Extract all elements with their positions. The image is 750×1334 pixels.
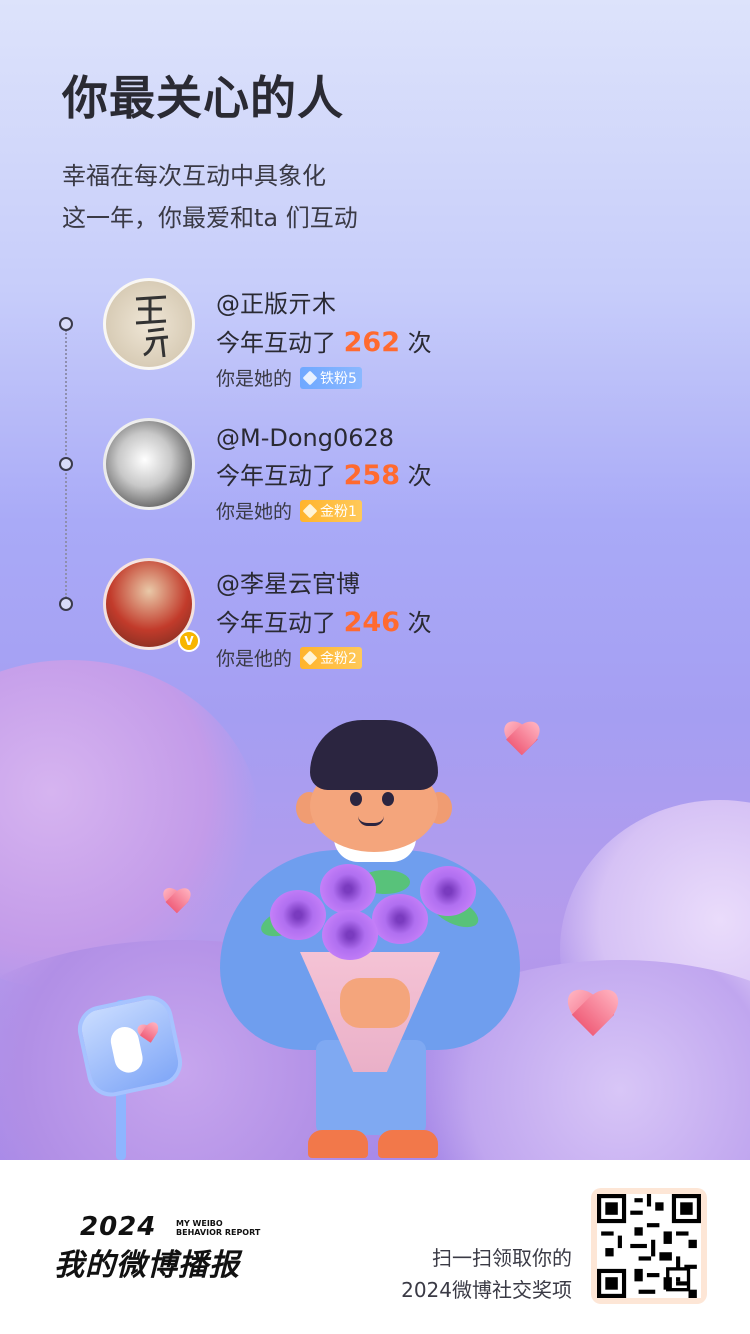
scan-prompt-line2: 2024微博社交奖项 — [401, 1278, 572, 1302]
subtitle-line2: 这一年，你最爱和ta 们互动 — [62, 204, 358, 232]
fan-relation: 你是他的 金粉2 — [216, 644, 432, 671]
diamond-icon — [302, 503, 318, 518]
fan-relation: 你是她的 铁粉5 — [216, 364, 432, 391]
qr-code-icon — [597, 1194, 701, 1298]
fan-level-badge: 铁粉5 — [300, 366, 362, 389]
report-poster: 你最关心的人 幸福在每次互动中具象化 这一年，你最爱和ta 们互动 @正版亓木 … — [0, 0, 750, 1160]
interaction-count: 258 — [343, 460, 401, 491]
interaction-count-line: 今年互动了 262 次 — [216, 327, 432, 358]
scan-prompt-line1: 扫一扫领取你的 — [432, 1246, 572, 1270]
interaction-count-line: 今年互动了 258 次 — [216, 460, 432, 491]
heart-icon — [164, 888, 190, 914]
avatar-user-1[interactable] — [103, 278, 195, 370]
timeline-dot — [59, 317, 73, 331]
heart-icon — [136, 1022, 162, 1046]
brand-logo-text: 我的微博播报 — [54, 1248, 240, 1283]
page-title: 你最关心的人 — [62, 71, 344, 125]
username-link[interactable]: @正版亓木 — [216, 284, 432, 319]
interaction-count: 262 — [343, 327, 401, 358]
username-link[interactable]: @李星云官博 — [216, 564, 432, 599]
user-card-3: @李星云官博 今年互动了 246 次 你是他的 金粉2 — [216, 564, 432, 671]
diamond-icon — [302, 650, 318, 665]
user-card-2: @M-Dong0628 今年互动了 258 次 你是她的 金粉1 — [216, 424, 432, 524]
subtitle-line1: 幸福在每次互动中具象化 — [62, 162, 326, 190]
boy-with-flowers-illustration — [210, 720, 530, 1160]
diamond-icon — [302, 370, 318, 385]
interaction-count-line: 今年互动了 246 次 — [216, 607, 432, 638]
user-card-1: @正版亓木 今年互动了 262 次 你是她的 铁粉5 — [216, 284, 432, 391]
fan-relation: 你是她的 金粉1 — [216, 497, 432, 524]
interaction-count: 246 — [343, 607, 401, 638]
avatar-user-2[interactable] — [103, 418, 195, 510]
bouquet-icon — [257, 864, 483, 980]
username-link[interactable]: @M-Dong0628 — [216, 424, 432, 452]
brand-year: 2024 — [80, 1212, 157, 1242]
heart-icon — [568, 990, 618, 1038]
timeline-dot — [59, 457, 73, 471]
fan-level-badge: 金粉1 — [300, 499, 362, 522]
timeline-dot — [59, 597, 73, 611]
fan-level-badge: 金粉2 — [300, 646, 362, 669]
verified-v-icon: V — [178, 630, 200, 652]
brand-english: MY WEIBO BEHAVIOR REPORT — [176, 1219, 261, 1237]
avatar-calligraphy — [135, 295, 169, 358]
qr-code[interactable] — [591, 1188, 707, 1304]
